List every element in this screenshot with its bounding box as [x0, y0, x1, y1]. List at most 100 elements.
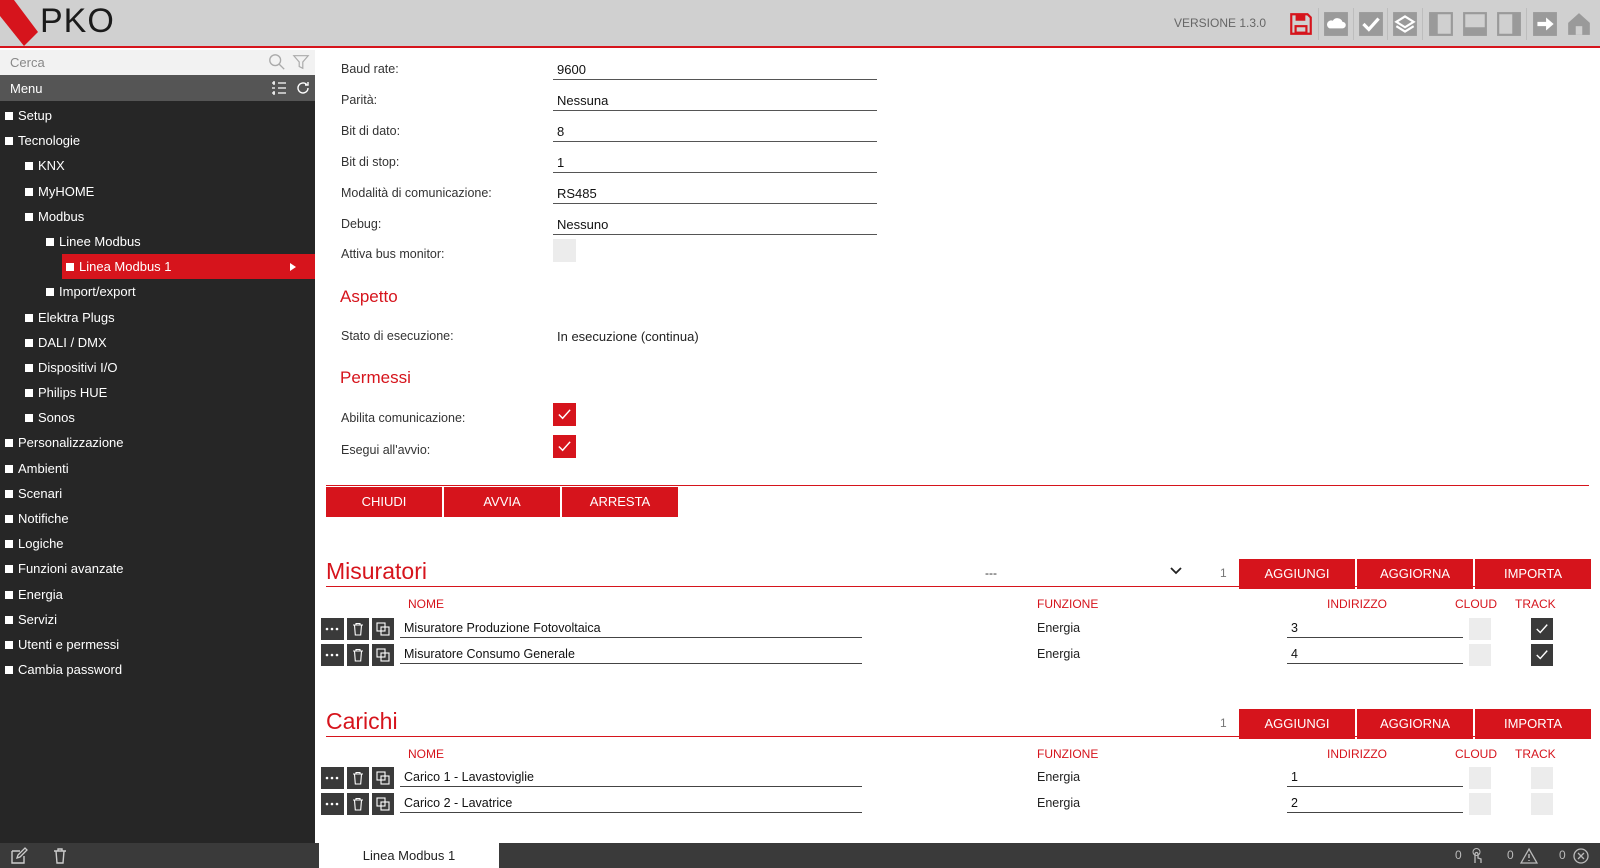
- column-header-address[interactable]: INDIRIZZO: [1327, 747, 1387, 761]
- carichi-import-button[interactable]: IMPORTA: [1475, 709, 1591, 739]
- logout-icon[interactable]: [1531, 10, 1559, 38]
- tab-linea-modbus-1[interactable]: Linea Modbus 1: [319, 843, 499, 868]
- sidebar-item[interactable]: KNX: [0, 153, 315, 178]
- misuratori-refresh-button[interactable]: AGGIORNA: [1357, 559, 1473, 589]
- duplicate-row-icon[interactable]: [372, 644, 394, 666]
- bus-monitor-checkbox[interactable]: [553, 239, 576, 262]
- delete-row-icon[interactable]: [347, 767, 369, 789]
- column-header-name[interactable]: NOME: [408, 597, 444, 611]
- search-icon[interactable]: [268, 53, 286, 71]
- sidebar-item[interactable]: Setup: [0, 103, 315, 128]
- config-field-value[interactable]: 8: [553, 120, 877, 142]
- config-field-value[interactable]: 1: [553, 151, 877, 173]
- column-header-cloud[interactable]: CLOUD: [1455, 747, 1497, 761]
- sidebar-item[interactable]: Utenti e permessi: [0, 632, 315, 657]
- touch-icon[interactable]: [1468, 847, 1486, 865]
- panel-left-icon[interactable]: [1427, 10, 1455, 38]
- close-button[interactable]: CHIUDI: [326, 487, 442, 517]
- error-icon[interactable]: [1572, 847, 1590, 865]
- config-field-value[interactable]: 9600: [553, 58, 877, 80]
- sidebar-item[interactable]: MyHOME: [0, 179, 315, 204]
- row-track-checkbox[interactable]: [1531, 644, 1553, 666]
- search-input[interactable]: [0, 50, 260, 75]
- cloud-icon[interactable]: [1322, 10, 1350, 38]
- stop-button[interactable]: ARRESTA: [562, 487, 678, 517]
- meter-type-select[interactable]: ---: [979, 562, 1189, 584]
- sidebar-item[interactable]: Ambienti: [0, 456, 315, 481]
- start-button[interactable]: AVVIA: [444, 487, 560, 517]
- duplicate-row-icon[interactable]: [372, 793, 394, 815]
- edit-icon[interactable]: [10, 847, 28, 865]
- sidebar-item[interactable]: Tecnologie: [0, 128, 315, 153]
- row-address-field[interactable]: 2: [1287, 793, 1463, 813]
- filter-icon[interactable]: [292, 53, 310, 71]
- sidebar-item[interactable]: Energia: [0, 582, 315, 607]
- row-name-field[interactable]: Carico 1 - Lavastoviglie: [400, 767, 862, 787]
- trash-icon[interactable]: [51, 847, 69, 865]
- autostart-checkbox[interactable]: [553, 435, 576, 458]
- carichi-refresh-button[interactable]: AGGIORNA: [1357, 709, 1473, 739]
- sidebar-item[interactable]: Linee Modbus: [0, 229, 315, 254]
- sidebar-item[interactable]: Philips HUE: [0, 380, 315, 405]
- sidebar-item[interactable]: Elektra Plugs: [0, 305, 315, 330]
- carichi-add-button[interactable]: AGGIUNGI: [1239, 709, 1355, 739]
- row-name-field[interactable]: Misuratore Produzione Fotovoltaica: [400, 618, 862, 638]
- row-cloud-checkbox[interactable]: [1469, 644, 1491, 666]
- column-header-cloud[interactable]: CLOUD: [1455, 597, 1497, 611]
- row-address-field[interactable]: 4: [1287, 644, 1463, 664]
- row-cloud-checkbox[interactable]: [1469, 618, 1491, 640]
- row-cloud-checkbox[interactable]: [1469, 767, 1491, 789]
- sidebar-item[interactable]: Linea Modbus 1: [0, 254, 315, 280]
- row-address-field[interactable]: 1: [1287, 767, 1463, 787]
- column-header-track[interactable]: TRACK: [1515, 747, 1556, 761]
- sidebar-item[interactable]: Notifiche: [0, 506, 315, 531]
- tree-list-icon[interactable]: [271, 80, 287, 96]
- sidebar-item[interactable]: DALI / DMX: [0, 330, 315, 355]
- sidebar-item[interactable]: Scenari: [0, 481, 315, 506]
- sidebar-item[interactable]: Funzioni avanzate: [0, 556, 315, 581]
- column-header-function[interactable]: FUNZIONE: [1037, 597, 1098, 611]
- sidebar-item[interactable]: Logiche: [0, 531, 315, 556]
- sidebar-item[interactable]: Sonos: [0, 405, 315, 430]
- misuratori-add-button[interactable]: AGGIUNGI: [1239, 559, 1355, 589]
- config-field-value[interactable]: RS485: [553, 182, 877, 204]
- home-icon[interactable]: [1565, 10, 1593, 38]
- expand-arrow-icon[interactable]: [290, 263, 296, 272]
- panel-right-icon[interactable]: [1495, 10, 1523, 38]
- row-name-field[interactable]: Misuratore Consumo Generale: [400, 644, 862, 664]
- more-options-icon[interactable]: [321, 793, 344, 815]
- sidebar-item[interactable]: Modbus: [0, 204, 315, 229]
- row-name-field[interactable]: Carico 2 - Lavatrice: [400, 793, 862, 813]
- duplicate-row-icon[interactable]: [372, 767, 394, 789]
- duplicate-row-icon[interactable]: [372, 618, 394, 640]
- config-field-value[interactable]: Nessuno: [553, 213, 877, 235]
- column-header-track[interactable]: TRACK: [1515, 597, 1556, 611]
- save-icon[interactable]: [1287, 10, 1315, 38]
- more-options-icon[interactable]: [321, 767, 344, 789]
- enable-comm-checkbox[interactable]: [553, 403, 576, 426]
- sidebar-item[interactable]: Dispositivi I/O: [0, 355, 315, 380]
- column-header-name[interactable]: NOME: [408, 747, 444, 761]
- sidebar-item[interactable]: Servizi: [0, 607, 315, 632]
- layers-icon[interactable]: [1391, 10, 1419, 38]
- row-address-field[interactable]: 3: [1287, 618, 1463, 638]
- row-track-checkbox[interactable]: [1531, 793, 1553, 815]
- misuratori-import-button[interactable]: IMPORTA: [1475, 559, 1591, 589]
- row-track-checkbox[interactable]: [1531, 767, 1553, 789]
- deploy-icon[interactable]: [1357, 10, 1385, 38]
- column-header-address[interactable]: INDIRIZZO: [1327, 597, 1387, 611]
- config-field-value[interactable]: Nessuna: [553, 89, 877, 111]
- sidebar-item[interactable]: Import/export: [0, 279, 315, 304]
- row-cloud-checkbox[interactable]: [1469, 793, 1491, 815]
- sidebar-item[interactable]: Cambia password: [0, 657, 315, 682]
- row-track-checkbox[interactable]: [1531, 618, 1553, 640]
- delete-row-icon[interactable]: [347, 793, 369, 815]
- more-options-icon[interactable]: [321, 618, 344, 640]
- panel-bottom-icon[interactable]: [1461, 10, 1489, 38]
- warning-icon[interactable]: [1520, 847, 1538, 865]
- delete-row-icon[interactable]: [347, 618, 369, 640]
- column-header-function[interactable]: FUNZIONE: [1037, 747, 1098, 761]
- more-options-icon[interactable]: [321, 644, 344, 666]
- refresh-icon[interactable]: [295, 80, 311, 96]
- delete-row-icon[interactable]: [347, 644, 369, 666]
